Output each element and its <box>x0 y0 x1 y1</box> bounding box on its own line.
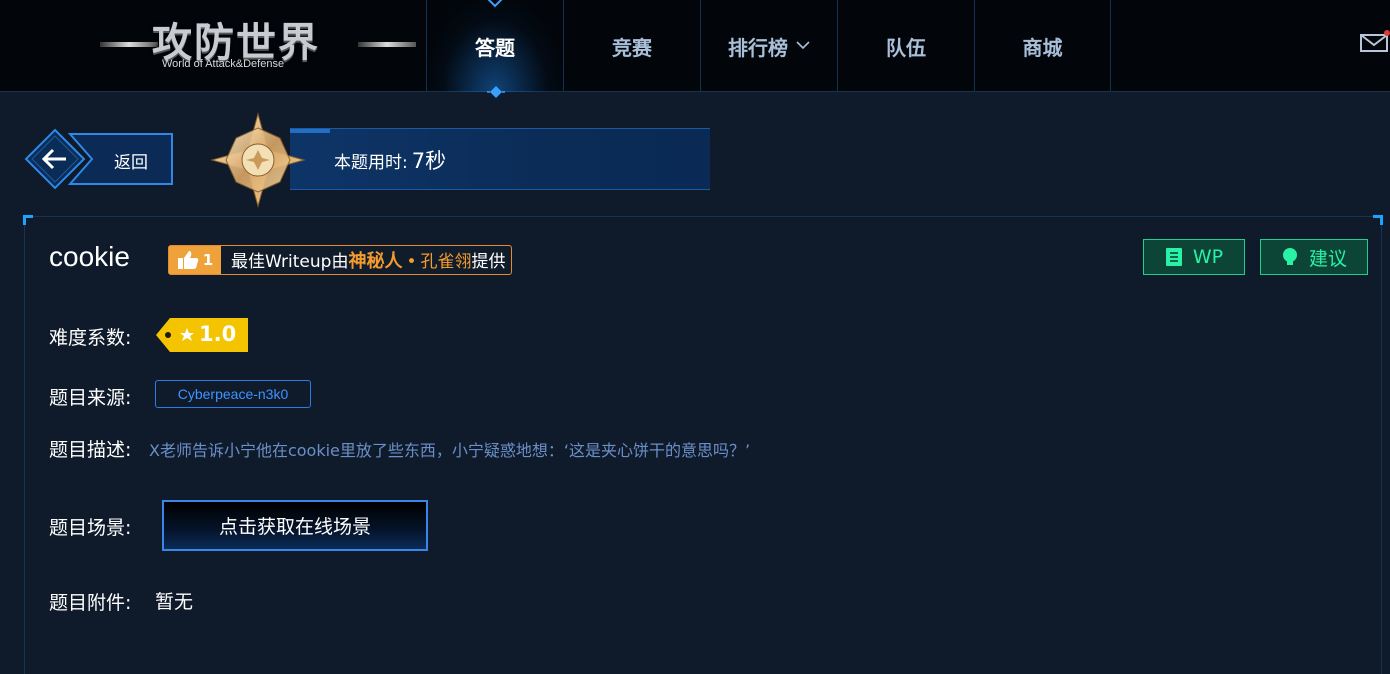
logo-subtitle: World of Attack&Defense <box>162 58 285 70</box>
challenge-panel: cookie 1 最佳Writeup由神秘人 • 孔雀翎提供 WP 建议 难度系数: <box>23 215 1383 674</box>
writeup-credit: 最佳Writeup由神秘人 • 孔雀翎提供 <box>221 247 511 273</box>
active-indicator-top-icon <box>487 0 503 8</box>
writeup-user[interactable]: 孔雀翎 <box>420 252 471 272</box>
writeup-author[interactable]: 神秘人 <box>348 251 402 272</box>
nav-item-competition[interactable]: 竞赛 <box>563 0 700 92</box>
nav-item-shop[interactable]: 商城 <box>974 0 1111 92</box>
difficulty-tag: 1.0 <box>156 318 250 352</box>
document-icon <box>1165 248 1182 266</box>
writeup-separator: • <box>406 252 417 272</box>
back-label: 返回 <box>114 153 148 173</box>
site-logo[interactable]: 攻防世界 World of Attack&Defense <box>100 8 418 80</box>
best-writeup-badge[interactable]: 1 最佳Writeup由神秘人 • 孔雀翎提供 <box>168 245 513 275</box>
timer-value: 7秒 <box>411 149 447 173</box>
attachment-value: 暂无 <box>155 591 194 613</box>
description-label: 题目描述: <box>49 439 132 461</box>
thumbs-up-icon <box>177 251 199 269</box>
active-indicator-diamond-icon <box>487 86 505 98</box>
back-button[interactable]: 返回 <box>22 128 174 190</box>
top-nav-bar: 攻防世界 World of Attack&Defense 答题 竞赛 排行榜 队… <box>0 0 1390 98</box>
logo-wing-right <box>358 42 416 47</box>
writeup-suffix: 提供 <box>471 252 506 272</box>
panel-corner <box>1373 215 1383 225</box>
timer-text: 本题用时: 7秒 <box>334 145 446 175</box>
nav-item-label: 队伍 <box>886 35 926 60</box>
nav-item-label: 答题 <box>475 35 515 60</box>
challenge-title: cookie <box>49 241 130 272</box>
get-scene-button[interactable]: 点击获取在线场景 <box>162 500 428 551</box>
nav-item-leaderboard[interactable]: 排行榜 <box>700 0 837 92</box>
wp-button-label: WP <box>1192 246 1224 268</box>
main-nav: 答题 竞赛 排行榜 队伍 商城 <box>426 0 1111 98</box>
nav-item-label: 排行榜 <box>728 35 788 60</box>
difficulty-value: 1.0 <box>199 322 237 346</box>
logo-wing-left <box>100 42 158 47</box>
timer-label: 本题用时: <box>334 153 408 173</box>
nav-item-label: 商城 <box>1022 35 1063 60</box>
timer-banner: 本题用时: 7秒 <box>290 128 710 190</box>
wp-button[interactable]: WP <box>1143 239 1245 275</box>
panel-corner <box>23 215 33 225</box>
lightbulb-icon <box>1282 248 1297 265</box>
chevron-down-icon <box>796 38 810 54</box>
description-text: X老师告诉小宁他在cookie里放了些东西，小宁疑惑地想：‘这是夹心饼干的意思吗… <box>149 441 751 460</box>
nav-item-team[interactable]: 队伍 <box>837 0 974 92</box>
writeup-prefix: 最佳Writeup由 <box>231 252 349 272</box>
nav-item-label: 竞赛 <box>612 35 652 60</box>
nav-item-answer[interactable]: 答题 <box>426 0 563 98</box>
source-tag[interactable]: Cyberpeace-n3k0 <box>155 380 311 408</box>
suggest-button-label: 建议 <box>1308 247 1347 270</box>
suggest-button[interactable]: 建议 <box>1260 239 1368 275</box>
source-label: 题目来源: <box>49 387 132 409</box>
like-count-value: 1 <box>202 251 214 269</box>
scene-label: 题目场景: <box>49 517 132 539</box>
attachment-label: 题目附件: <box>49 592 132 614</box>
back-arrow-frame-icon <box>24 128 173 190</box>
like-count: 1 <box>169 246 221 274</box>
mail-icon[interactable] <box>1360 30 1390 52</box>
medal-star-icon <box>210 112 306 208</box>
difficulty-label: 难度系数: <box>49 327 132 349</box>
